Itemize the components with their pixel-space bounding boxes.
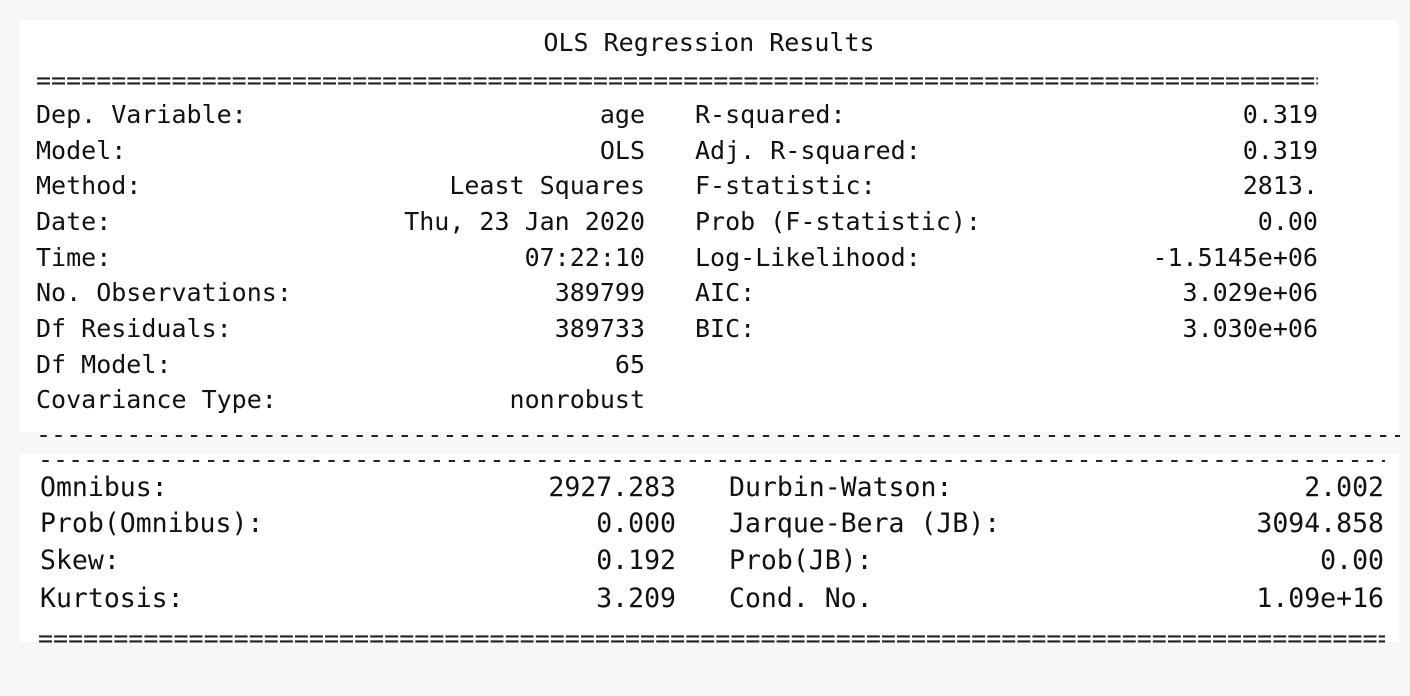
summary-right-label: Log-Likelihood: bbox=[695, 243, 921, 272]
diagnostic-right-label: Prob(JB): bbox=[729, 545, 873, 576]
summary-right-value: 3.030e+06 bbox=[1182, 314, 1318, 343]
double-rule-bottom: ========================================… bbox=[38, 626, 1385, 651]
summary-right-value: 3.029e+06 bbox=[1182, 278, 1318, 307]
model-summary-panel: OLS Regression Results =================… bbox=[20, 20, 1398, 432]
diagnostic-right-label: Cond. No. bbox=[729, 583, 873, 614]
results-title: OLS Regression Results bbox=[543, 28, 875, 57]
diagnostic-right-label: Jarque-Bera (JB): bbox=[729, 508, 1001, 539]
diagnostic-left-label: Prob(Omnibus): bbox=[40, 508, 264, 539]
summary-left-value: nonrobust bbox=[509, 385, 645, 414]
summary-right-label: F-statistic: bbox=[695, 171, 876, 200]
summary-left-label: Model: bbox=[36, 136, 127, 165]
single-rule: ----------------------------------------… bbox=[36, 422, 1400, 447]
summary-left-label: Time: bbox=[36, 243, 112, 272]
summary-right-value: 0.00 bbox=[1257, 207, 1318, 236]
diagnostic-left-value: 0.192 bbox=[596, 545, 676, 576]
diagnostic-right-value: 1.09e+16 bbox=[1256, 583, 1384, 614]
summary-right-value: 0.319 bbox=[1242, 136, 1318, 165]
diagnostic-left-label: Omnibus: bbox=[40, 472, 168, 503]
summary-left-label: Covariance Type: bbox=[36, 385, 277, 414]
summary-right-value: -1.5145e+06 bbox=[1152, 243, 1318, 272]
summary-right-label: R-squared: bbox=[695, 100, 846, 129]
summary-right-label: Prob (F-statistic): bbox=[695, 207, 981, 236]
diagnostic-right-label: Durbin-Watson: bbox=[729, 472, 953, 503]
single-rule-continued: ----------------------------------------… bbox=[38, 447, 1385, 472]
summary-left-label: Dep. Variable: bbox=[36, 100, 247, 129]
summary-right-label: AIC: bbox=[695, 278, 756, 307]
summary-left-label: Df Model: bbox=[36, 350, 172, 379]
summary-left-value: 389799 bbox=[554, 278, 645, 307]
summary-left-value: 65 bbox=[614, 350, 645, 379]
summary-left-value: age bbox=[599, 100, 645, 129]
summary-left-value: OLS bbox=[599, 136, 645, 165]
summary-left-value: Thu, 23 Jan 2020 bbox=[404, 207, 645, 236]
summary-left-value: Least Squares bbox=[449, 171, 645, 200]
summary-right-value: 0.319 bbox=[1242, 100, 1318, 129]
diagnostic-left-label: Kurtosis: bbox=[40, 583, 184, 614]
summary-right-label: Adj. R-squared: bbox=[695, 136, 921, 165]
summary-left-label: No. Observations: bbox=[36, 278, 292, 307]
diagnostic-right-value: 0.00 bbox=[1320, 545, 1384, 576]
summary-left-value: 07:22:10 bbox=[524, 243, 645, 272]
summary-right-label: BIC: bbox=[695, 314, 756, 343]
diagnostic-right-value: 2.002 bbox=[1304, 472, 1384, 503]
diagnostic-left-value: 0.000 bbox=[596, 508, 676, 539]
summary-right-value: 2813. bbox=[1242, 171, 1318, 200]
summary-left-label: Method: bbox=[36, 171, 142, 200]
diagnostics-panel: ----------------------------------------… bbox=[20, 447, 1398, 651]
summary-left-label: Df Residuals: bbox=[36, 314, 232, 343]
summary-left-label: Date: bbox=[36, 207, 112, 236]
double-rule-top: ========================================… bbox=[36, 68, 1318, 93]
diagnostic-left-value: 2927.283 bbox=[548, 472, 676, 503]
diagnostic-left-label: Skew: bbox=[40, 545, 120, 576]
diagnostic-left-value: 3.209 bbox=[596, 583, 676, 614]
diagnostic-right-value: 3094.858 bbox=[1256, 508, 1384, 539]
summary-left-value: 389733 bbox=[554, 314, 645, 343]
